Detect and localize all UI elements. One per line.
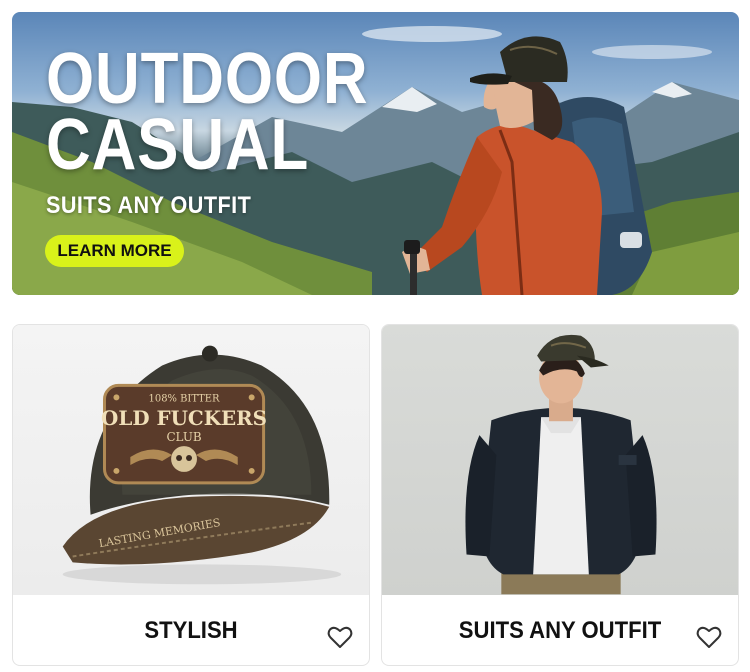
product-card-suits-any-outfit[interactable]: SUITS ANY OUTFIT — [381, 324, 739, 666]
cap-patch-top-text: 108% BITTER — [149, 393, 220, 404]
heart-outline-icon[interactable] — [327, 625, 353, 649]
cap-patch-main-text: OLD FUCKERS — [101, 406, 267, 430]
hero-title: OUTDOOR CASUAL — [46, 39, 369, 185]
product-caption: STYLISH — [144, 617, 238, 644]
learn-more-button[interactable]: LEARN MORE — [45, 235, 184, 267]
hero-title-line1: OUTDOOR — [46, 39, 369, 119]
hero-subtitle: SUITS ANY OUTFIT — [46, 192, 252, 219]
cap-patch-club-text: CLUB — [166, 430, 201, 444]
hero-title-line2: CASUAL — [46, 105, 310, 185]
distressed-cap-illustration: 108% BITTER OLD FUCKERS CLUB LASTING MEM… — [62, 345, 342, 585]
model-in-bomber-jacket-illustration — [465, 334, 657, 595]
product-image-cap: 108% BITTER OLD FUCKERS CLUB LASTING MEM… — [13, 325, 369, 595]
heart-outline-icon[interactable] — [696, 625, 722, 649]
product-image-model — [382, 325, 738, 595]
product-caption: SUITS ANY OUTFIT — [458, 617, 662, 644]
hero-banner[interactable]: OUTDOOR CASUAL SUITS ANY OUTFIT LEARN MO… — [12, 12, 739, 295]
product-card-stylish[interactable]: 108% BITTER OLD FUCKERS CLUB LASTING MEM… — [12, 324, 370, 666]
